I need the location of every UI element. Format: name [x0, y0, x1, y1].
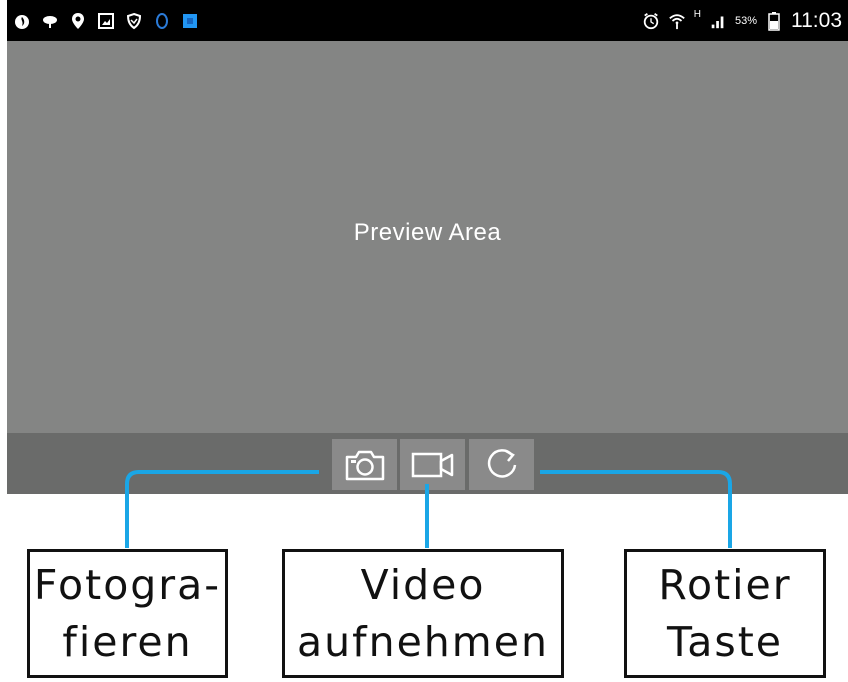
- alarm-clock-icon: [642, 12, 660, 30]
- wifi-icon: [668, 12, 686, 30]
- qq-penguin-icon: [153, 12, 171, 30]
- status-bar-system: H 53% 11:03: [642, 0, 848, 41]
- phone-screen: H 53% 11:03 Preview Area: [7, 0, 848, 494]
- battery-icon: [765, 11, 783, 31]
- rotate-callout-line2: Taste: [666, 617, 784, 666]
- signal-icon: [709, 12, 727, 30]
- photo-callout-line2: fieren: [62, 617, 193, 666]
- rotate-icon: [482, 445, 522, 485]
- camera-toolbar: [7, 433, 848, 494]
- video-camera-icon: [409, 449, 457, 481]
- clock-time: 11:03: [791, 8, 842, 32]
- network-type: H: [693, 9, 701, 20]
- rotate-callout-line1: Rotier: [658, 560, 792, 609]
- video-callout-line2: aufnehmen: [297, 617, 549, 666]
- battery-percent: 53%: [734, 14, 757, 27]
- preview-label: Preview Area: [353, 219, 502, 246]
- app-square-icon: [181, 12, 199, 30]
- preview-area[interactable]: Preview Area: [7, 41, 848, 433]
- rotate-button[interactable]: [469, 439, 534, 490]
- camera-icon: [343, 448, 387, 482]
- record-video-button[interactable]: [400, 439, 465, 490]
- photo-callout-line1: Fotogra-: [33, 560, 222, 609]
- take-photo-button[interactable]: [332, 439, 397, 490]
- photo-callout-box: Fotogra- fieren: [27, 549, 228, 678]
- video-callout-line1: Video: [360, 560, 486, 609]
- rotate-callout-box: Rotier Taste: [624, 549, 826, 678]
- image-icon: [97, 12, 115, 30]
- video-callout-box: Video aufnehmen: [282, 549, 564, 678]
- status-bar: H 53% 11:03: [7, 0, 848, 41]
- cloud-icon: [41, 12, 59, 30]
- flame-icon: [13, 12, 31, 30]
- location-pin-icon: [69, 12, 87, 30]
- status-bar-notifications: [7, 0, 199, 41]
- shield-icon: [125, 12, 143, 30]
